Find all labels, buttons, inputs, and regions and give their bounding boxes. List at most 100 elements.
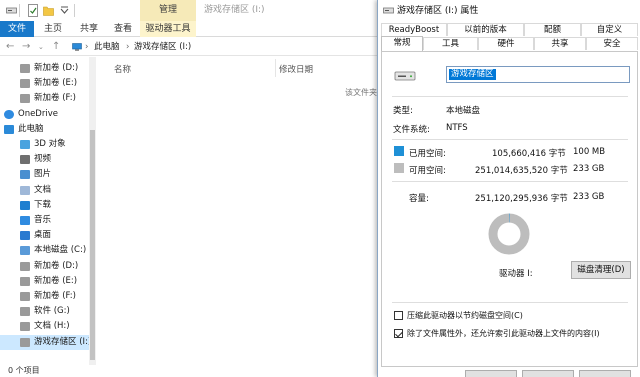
disk-cleanup-button[interactable]: 磁盘清理(D) — [571, 261, 631, 279]
sidebar-item[interactable]: 软件 (G:) — [0, 304, 96, 319]
sidebar-item[interactable]: 3D 对象 — [0, 137, 96, 152]
sidebar-item[interactable]: 新加卷 (D:) — [0, 61, 96, 76]
nav-scrollbar-thumb[interactable] — [90, 130, 95, 360]
file-list: 名称 修改日期 该文件夹为空。 — [97, 57, 377, 365]
drive-icon — [20, 64, 30, 73]
back-arrow-icon[interactable]: ← — [6, 40, 14, 54]
sidebar-item[interactable]: 游戏存储区 (I:) — [0, 334, 96, 350]
tab-customize[interactable]: 自定义 — [581, 23, 638, 36]
cloud-icon — [4, 109, 14, 119]
tab-home[interactable]: 主页 — [36, 21, 70, 37]
sidebar-item-label: 下载 — [34, 199, 52, 210]
sidebar-item-label: 游戏存储区 (I:) — [34, 336, 92, 347]
breadcrumb-separator: › — [85, 42, 89, 52]
sidebar-item-label: 文档 (H:) — [34, 321, 70, 332]
column-divider[interactable] — [275, 59, 276, 77]
sidebar-item[interactable]: 新加卷 (D:) — [0, 259, 96, 274]
drive-icon — [20, 94, 30, 104]
drive-icon — [394, 71, 416, 81]
drive-icon — [20, 276, 30, 286]
tab-view[interactable]: 查看 — [106, 21, 140, 37]
tab-sharing[interactable]: 共享 — [534, 37, 586, 50]
column-header-name[interactable]: 名称 — [114, 63, 131, 75]
capacity-bytes: 251,120,295,936 字节 — [475, 194, 568, 204]
drive-icon — [383, 7, 394, 14]
properties-icon[interactable] — [28, 4, 39, 17]
sidebar-item[interactable]: OneDrive — [0, 107, 96, 122]
drive-icon — [20, 292, 30, 301]
column-header-modified[interactable]: 修改日期 — [279, 63, 313, 75]
tab-share[interactable]: 共享 — [72, 21, 106, 37]
video-icon — [20, 155, 30, 165]
sidebar-item-label: OneDrive — [18, 108, 58, 119]
free-space-bytes: 251,014,635,520 字节 — [475, 166, 568, 176]
tab-quota[interactable]: 配额 — [524, 23, 581, 36]
breadcrumb-drive[interactable]: 游戏存储区 (I:) — [134, 40, 191, 54]
system-drive-icon — [20, 246, 30, 256]
dialog-tabs: ReadyBoost 以前的版本 配额 自定义 常规 工具 硬件 共享 安全 — [381, 23, 638, 51]
properties-dialog: 游戏存储区 (I:) 属性 ReadyBoost 以前的版本 配额 自定义 常规… — [377, 0, 640, 377]
manage-context-header: 管理 — [140, 0, 196, 21]
address-bar-row: ← → ⌄ ↑ › 此电脑 › 游戏存储区 (I:) — [0, 38, 377, 56]
compress-checkbox[interactable] — [394, 311, 403, 320]
computer-icon — [72, 43, 82, 51]
sidebar-item[interactable]: 音乐 — [0, 213, 96, 228]
sidebar-item[interactable]: 桌面 — [0, 228, 96, 243]
index-label: 除了文件属性外，还允许索引此驱动器上文件的内容(I) — [407, 329, 600, 338]
quick-access-toolbar: 管理 游戏存储区 (I:) — [0, 0, 377, 21]
sidebar-item[interactable]: 文档 (H:) — [0, 319, 96, 334]
sidebar-item[interactable]: 新加卷 (E:) — [0, 274, 96, 289]
breadcrumb-this-pc[interactable]: 此电脑 — [94, 40, 120, 54]
sidebar-item-label: 桌面 — [34, 230, 52, 241]
tab-hardware[interactable]: 硬件 — [478, 37, 534, 50]
dialog-title: 游戏存储区 (I:) 属性 — [397, 6, 479, 16]
cancel-button[interactable] — [522, 370, 574, 377]
dialog-title-bar: 游戏存储区 (I:) 属性 — [378, 0, 640, 22]
sidebar-item[interactable]: 图片 — [0, 167, 96, 182]
recent-locations-icon[interactable]: ⌄ — [38, 40, 44, 54]
ok-button[interactable] — [465, 370, 517, 377]
tab-tools[interactable]: 工具 — [423, 37, 478, 50]
free-space-label: 可用空间: — [409, 166, 446, 176]
sidebar-item[interactable]: 此电脑 — [0, 122, 96, 137]
drive-name-input[interactable]: 游戏存储区 — [446, 66, 630, 83]
used-space-size: 100 MB — [573, 147, 606, 157]
sidebar-item[interactable]: 视频 — [0, 152, 96, 167]
divider — [392, 139, 628, 140]
used-space-swatch — [394, 146, 404, 156]
used-space-label: 已用空间: — [409, 149, 446, 159]
free-space-size: 233 GB — [573, 164, 605, 174]
index-checkbox[interactable] — [394, 329, 403, 338]
tab-readyboost[interactable]: ReadyBoost — [381, 23, 447, 36]
sidebar-item[interactable]: 新加卷 (E:) — [0, 76, 96, 91]
apply-button[interactable] — [579, 370, 631, 377]
sidebar-item[interactable]: 新加卷 (F:) — [0, 91, 96, 106]
capacity-label: 容量: — [409, 194, 429, 204]
tab-drive-tools[interactable]: 驱动器工具 — [140, 21, 196, 37]
sidebar-item-label: 本地磁盘 (C:) — [34, 245, 87, 256]
sidebar-item-label: 音乐 — [34, 215, 52, 225]
tab-general[interactable]: 常规 — [381, 36, 423, 51]
sidebar-item[interactable]: 新加卷 (F:) — [0, 289, 96, 304]
tab-security[interactable]: 安全 — [586, 37, 638, 50]
sidebar-item[interactable]: 文档 — [0, 183, 96, 198]
desktop-icon — [20, 231, 30, 241]
qat-dropdown-icon[interactable] — [59, 4, 70, 17]
tab-file[interactable]: 文件 — [0, 21, 34, 37]
sidebar-item[interactable]: 本地磁盘 (C:) — [0, 243, 96, 258]
new-folder-icon[interactable] — [43, 4, 54, 17]
breadcrumb-separator: › — [126, 42, 130, 52]
sidebar-item-label: 图片 — [34, 169, 52, 180]
up-arrow-icon[interactable]: ↑ — [52, 40, 60, 54]
empty-folder-message: 该文件夹为空。 — [345, 88, 377, 97]
forward-arrow-icon[interactable]: → — [22, 40, 30, 54]
disk-usage-ring — [488, 213, 530, 255]
address-bar[interactable]: › 此电脑 › 游戏存储区 (I:) — [72, 40, 372, 54]
tab-previous-versions[interactable]: 以前的版本 — [447, 23, 524, 36]
dialog-button-row — [381, 368, 638, 377]
divider — [392, 96, 628, 97]
download-icon — [20, 200, 30, 210]
sidebar-item[interactable]: 下载 — [0, 198, 96, 213]
divider — [392, 181, 628, 182]
free-space-ring — [488, 213, 530, 255]
